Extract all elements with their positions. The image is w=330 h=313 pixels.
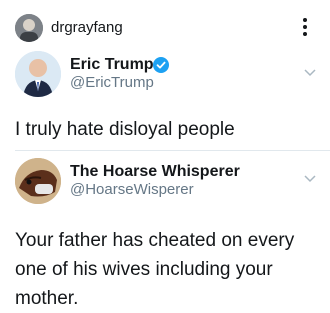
tweet-2-avatar[interactable] bbox=[15, 158, 61, 204]
kebab-menu-icon[interactable] bbox=[302, 18, 308, 38]
tweet-1-avatar[interactable] bbox=[15, 51, 61, 97]
tweet-1-handle[interactable]: @EricTrump bbox=[70, 74, 154, 91]
chevron-down-icon[interactable] bbox=[304, 170, 316, 183]
tweet-1-text: I truly hate disloyal people bbox=[15, 119, 235, 140]
header-username[interactable]: drgrayfang bbox=[51, 19, 123, 36]
tweet-2-handle[interactable]: @HoarseWisperer bbox=[70, 181, 194, 198]
chevron-down-icon[interactable] bbox=[304, 64, 316, 77]
tweet-2-name[interactable]: The Hoarse Whisperer bbox=[70, 163, 240, 181]
tweet-2-text: Your father has cheated on every one of … bbox=[15, 230, 295, 309]
user-avatar[interactable] bbox=[15, 14, 43, 42]
tweet-1-name[interactable]: Eric Trump bbox=[70, 56, 154, 74]
tweet-divider bbox=[15, 150, 330, 151]
verified-badge-icon bbox=[153, 57, 169, 73]
